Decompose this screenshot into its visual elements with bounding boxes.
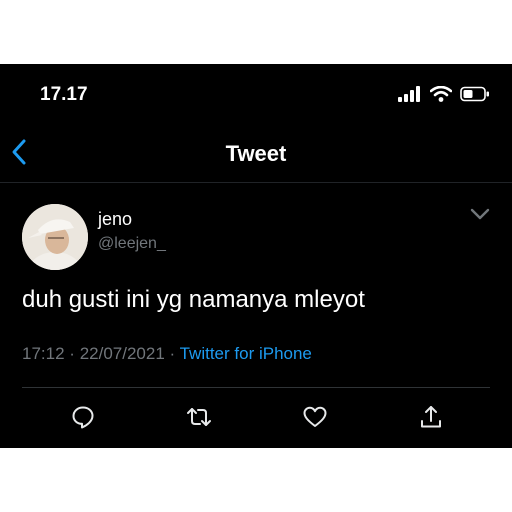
tweet-menu-button[interactable] xyxy=(468,204,492,224)
divider xyxy=(22,387,490,388)
share-icon xyxy=(421,406,441,428)
tweet-text: duh gusti ini yg namanya mleyot xyxy=(22,286,365,313)
tweet-source-link[interactable]: Twitter for iPhone xyxy=(180,344,312,363)
tweet-date: 22/07/2021 xyxy=(79,344,165,363)
reply-button[interactable] xyxy=(70,404,96,430)
meta-separator: · xyxy=(169,344,176,363)
share-button[interactable] xyxy=(418,404,444,430)
retweet-icon xyxy=(187,408,211,426)
chevron-down-icon xyxy=(470,208,490,220)
reply-icon xyxy=(72,406,94,429)
avatar[interactable] xyxy=(22,204,88,270)
retweet-button[interactable] xyxy=(186,404,212,430)
tweet-screen: 17.17 Tweet jeno @leejen_ duh gusti ini … xyxy=(0,64,512,448)
tweet-meta: 17:12 · 22/07/2021 · Twitter for iPhone xyxy=(22,344,312,364)
author-display-name[interactable]: jeno xyxy=(98,209,132,230)
wifi-icon xyxy=(429,85,453,107)
status-time: 17.17 xyxy=(40,84,88,105)
battery-icon xyxy=(460,86,490,107)
author-handle[interactable]: @leejen_ xyxy=(98,235,166,253)
like-icon xyxy=(303,406,327,427)
status-bar: 17.17 xyxy=(0,64,512,124)
tweet-time: 17:12 xyxy=(22,344,65,363)
meta-separator: · xyxy=(69,344,75,363)
signal-icon xyxy=(398,86,420,107)
page-title: Tweet xyxy=(225,141,287,166)
avatar-photo xyxy=(22,204,88,270)
nav-bar: Tweet xyxy=(0,124,512,183)
like-button[interactable] xyxy=(302,404,328,430)
